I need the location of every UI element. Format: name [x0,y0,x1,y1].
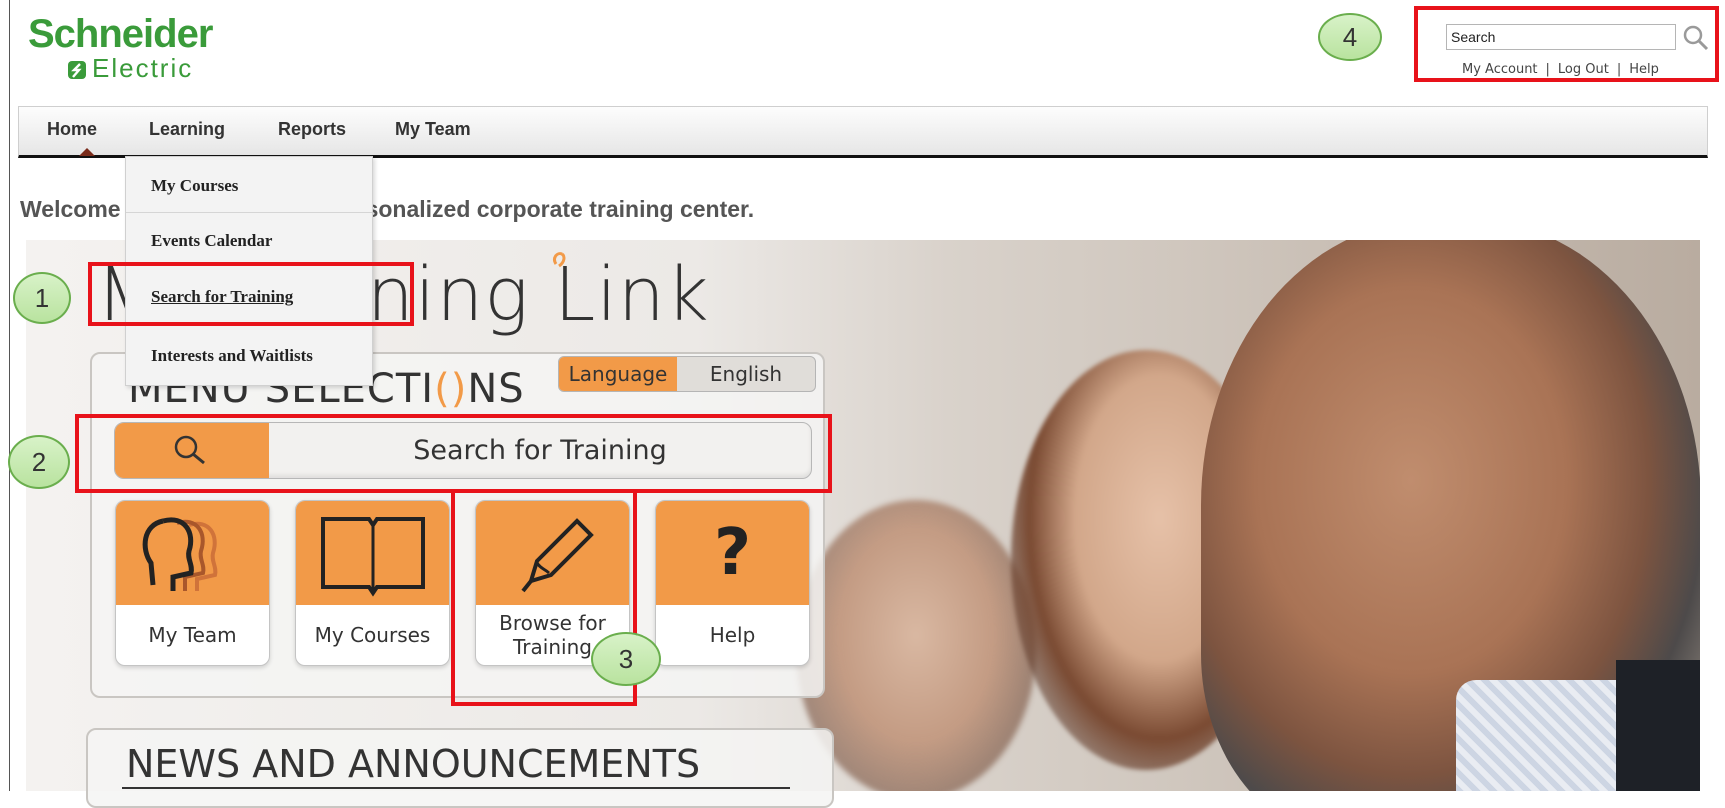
language-label: Language [559,357,677,391]
news-title: NEWS AND ANNOUNCEMENTS [126,742,701,786]
schneider-electric-logo[interactable]: Schneider Electric [28,14,248,86]
callout-1: 1 [13,272,71,324]
team-heads-icon [142,517,217,591]
tile-label: Help [709,623,756,647]
dropdown-divider [126,212,372,213]
logo-wordmark: Schneider [28,12,213,56]
active-tab-indicator [79,148,95,156]
book-icon [320,517,425,597]
dropdown-item-interests-and-waitlists[interactable]: Interests and Waitlists [151,346,313,366]
language-selector[interactable]: Language English [558,356,816,392]
log-out-link[interactable]: Log Out [1558,62,1609,77]
welcome-prefix: Welcome [20,196,121,222]
header-search-input[interactable] [1446,24,1676,50]
language-value[interactable]: English [677,357,815,391]
hero-title-visible: ning Link [366,252,710,338]
title-o-accent-icon: () [434,366,468,412]
page-left-border [9,0,10,791]
link-separator: | [1616,62,1622,77]
tile-my-team[interactable]: My Team [115,500,270,666]
tile-label: My Team [148,623,237,647]
nav-item-learning[interactable]: Learning [149,119,225,140]
callout-2: 2 [8,435,70,489]
header-search-highlight: My Account | Log Out | Help [1414,6,1719,82]
search-icon[interactable] [1682,24,1710,52]
nav-item-reports[interactable]: Reports [278,119,346,140]
tile-help[interactable]: ? Help [655,500,810,666]
help-link[interactable]: Help [1629,62,1659,77]
title-accent-icon [553,252,566,268]
logo-subtitle: Electric [92,53,194,83]
welcome-suffix: sonalized corporate training center. [365,196,755,222]
dropdown-item-my-courses[interactable]: My Courses [151,176,238,196]
nav-item-home[interactable]: Home [47,119,97,140]
tile-label: My Courses [314,623,431,647]
main-nav-bar: Home Learning Reports My Team [18,106,1708,158]
man-jacket [1616,660,1700,791]
news-divider [122,787,790,789]
callout-3: 3 [591,632,661,686]
highlight-1-search-for-training-menu [88,262,414,326]
highlight-2-search-for-training-button [75,414,832,493]
callout-4: 4 [1318,13,1382,61]
my-account-link[interactable]: My Account [1462,62,1538,77]
nav-item-my-team[interactable]: My Team [395,119,471,140]
dropdown-item-events-calendar[interactable]: Events Calendar [151,231,272,251]
account-links: My Account | Log Out | Help [1458,62,1663,77]
question-icon: ? [713,516,752,590]
link-separator: | [1545,62,1550,77]
tile-my-courses[interactable]: My Courses [295,500,450,666]
schneider-logo-mark-icon [68,61,86,80]
